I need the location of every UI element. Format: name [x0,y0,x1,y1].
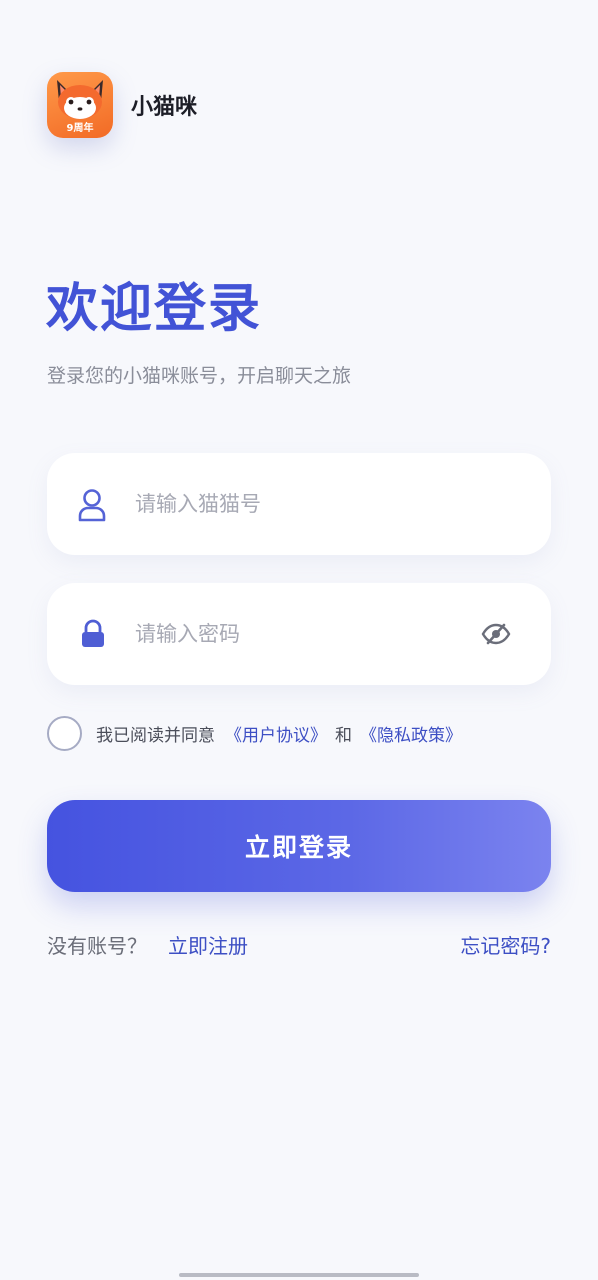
register-link[interactable]: 立即注册 [168,930,248,959]
logo-badge: 9周年 [66,123,94,134]
app-logo: 9周年 [47,72,113,138]
login-screen: 9周年 小猫咪 欢迎登录 登录您的小猫咪账号，开启聊天之旅 我已阅读并同意 《用… [0,0,598,1280]
password-field[interactable] [47,583,551,685]
welcome-subtitle: 登录您的小猫咪账号，开启聊天之旅 [47,365,352,387]
account-field[interactable] [47,453,551,555]
agreement-row: 我已阅读并同意 《用户协议》 和 《隐私政策》 [47,716,462,751]
user-icon [78,489,106,522]
user-agreement-link[interactable]: 《用户协议》 [225,721,327,746]
eye-hidden-icon[interactable] [481,622,511,646]
lock-icon [82,619,104,647]
privacy-policy-link[interactable]: 《隐私政策》 [360,721,462,746]
account-input[interactable] [135,483,465,525]
forgot-password-link[interactable]: 忘记密码? [460,930,551,959]
footer-links: 没有账号？ 立即注册 忘记密码? [47,930,551,960]
app-header: 9周年 小猫咪 [47,72,197,138]
app-name: 小猫咪 [131,95,198,120]
password-input[interactable] [135,613,465,655]
agreement-prefix: 我已阅读并同意 [96,726,215,746]
welcome-title: 欢迎登录 [46,279,263,339]
agreement-checkbox[interactable] [47,716,82,751]
no-account-text: 没有账号？ [47,934,147,958]
login-button[interactable]: 立即登录 [47,800,551,892]
agreement-and-text: 和 [335,726,352,746]
home-indicator[interactable] [179,1273,419,1277]
